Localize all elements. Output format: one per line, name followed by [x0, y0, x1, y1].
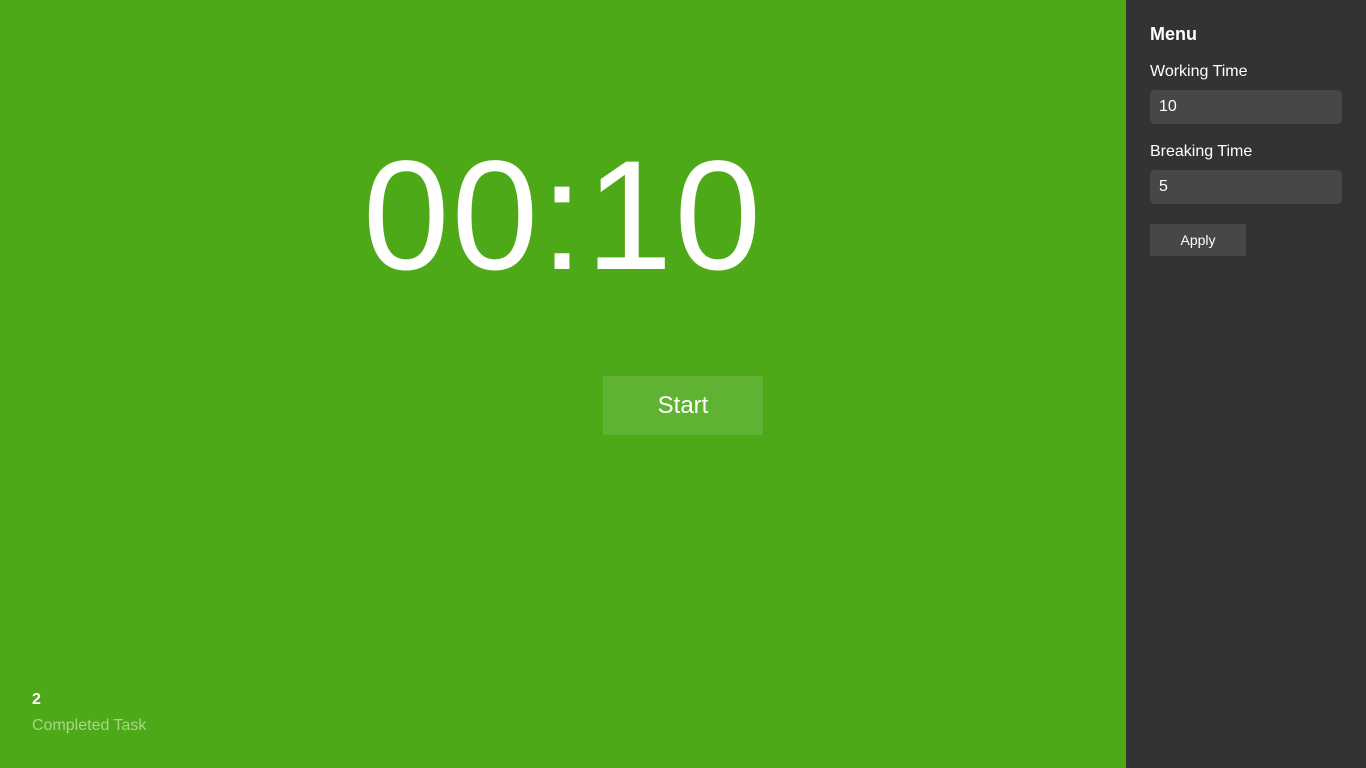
timer-panel: 00:10 Start 2 Completed Task [0, 0, 1126, 768]
completed-task-count: 2 [32, 691, 41, 708]
start-button[interactable]: Start [603, 376, 763, 435]
breaking-time-label: Breaking Time [1150, 143, 1253, 160]
breaking-time-input[interactable] [1150, 170, 1342, 204]
working-time-label: Working Time [1150, 63, 1248, 80]
menu-sidebar: Menu Working Time Breaking Time Apply [1126, 0, 1366, 768]
timer-display: 00:10 [362, 129, 764, 303]
working-time-input[interactable] [1150, 90, 1342, 124]
apply-button[interactable]: Apply [1150, 224, 1246, 256]
menu-title: Menu [1150, 24, 1197, 44]
completed-task-label: Completed Task [32, 717, 147, 734]
